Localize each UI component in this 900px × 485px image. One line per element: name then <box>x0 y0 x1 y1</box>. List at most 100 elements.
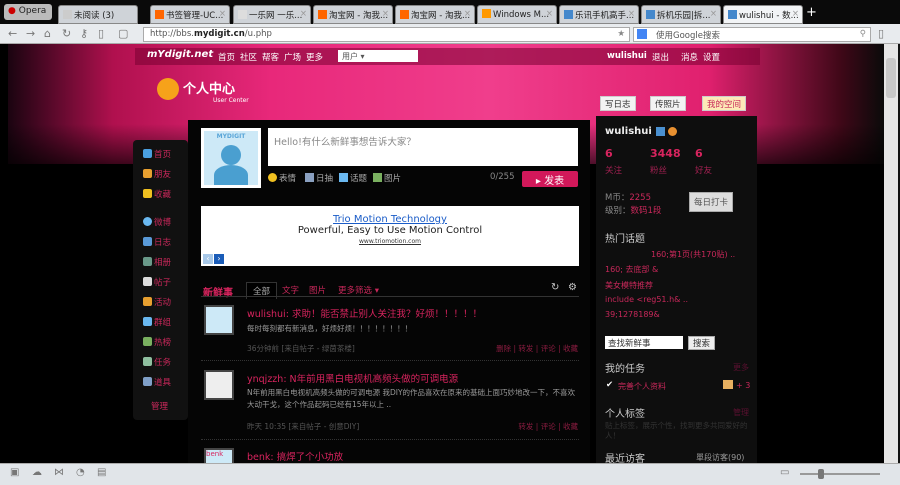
nav-link[interactable]: 广场 <box>284 51 301 63</box>
sidebar-item-posts[interactable]: 帖子 <box>143 276 171 288</box>
turbo-icon[interactable]: ◔ <box>76 467 85 478</box>
view-icon[interactable]: ▭ <box>780 467 789 478</box>
favorite-link[interactable]: 收藏 <box>563 344 578 353</box>
browser-tab[interactable]: Windows M... × <box>477 5 557 24</box>
avatar[interactable]: benk <box>204 448 234 463</box>
upload-photo-button[interactable]: 传照片 <box>650 96 686 111</box>
reload-icon[interactable]: ↻ <box>62 27 71 40</box>
next-arrow-icon[interactable]: › <box>214 254 224 264</box>
author-link[interactable]: benk <box>247 452 270 463</box>
feed-search-button[interactable]: 搜索 <box>688 336 716 350</box>
favorite-link[interactable]: 收藏 <box>563 422 578 431</box>
draw-button[interactable]: 日抽 <box>305 172 333 184</box>
site-logo[interactable]: mYdigit.net <box>147 49 213 60</box>
messages-link[interactable]: 消息 <box>681 51 698 63</box>
scrollbar-thumb[interactable] <box>886 58 896 98</box>
nav-link[interactable]: 帮客 <box>262 51 279 63</box>
topic-button[interactable]: 话题 <box>339 172 367 184</box>
browser-tab[interactable]: 一乐网 一乐... × <box>233 5 311 24</box>
ad-url[interactable]: www.triomotion.com <box>359 238 421 245</box>
forward-link[interactable]: 转发 <box>518 344 533 353</box>
emoji-button[interactable]: 表情 <box>268 172 296 184</box>
zoom-slider-handle[interactable] <box>818 469 824 479</box>
write-blog-button[interactable]: 写日志 <box>600 96 636 111</box>
avatar[interactable] <box>204 370 234 400</box>
nav-link[interactable]: 首页 <box>218 51 235 63</box>
forward-icon[interactable]: → <box>26 27 35 40</box>
author-link[interactable]: ynqjzzh <box>247 374 283 385</box>
magnifier-icon[interactable]: ⚲ <box>860 29 866 39</box>
feed-search-input[interactable]: 查找新鲜事 <box>605 336 683 349</box>
topic-link[interactable]: include <reg51.h& .. <box>605 295 688 304</box>
fans-count[interactable]: 3448 <box>650 147 681 160</box>
opera-menu-button[interactable]: ● Opera <box>4 4 52 20</box>
topic-link[interactable]: 美女模特推荐 <box>605 280 653 291</box>
search-input[interactable]: 使用Google搜索 ⚲ <box>633 27 871 42</box>
sidebar-item-friends[interactable]: 朋友 <box>143 168 171 180</box>
ad-banner[interactable]: Trio Motion Technology Powerful, Easy to… <box>201 206 579 266</box>
logout-link[interactable]: 退出 <box>652 51 669 63</box>
sidebar-item-blog[interactable]: 日志 <box>143 236 171 248</box>
sidebar-item-admin[interactable]: 管理 <box>151 400 168 412</box>
sidebar-item-groups[interactable]: 群组 <box>143 316 171 328</box>
panel-toggle-icon[interactable]: ▣ <box>10 467 19 478</box>
key-icon[interactable]: ⚷ <box>80 27 88 40</box>
avatar[interactable] <box>204 305 234 335</box>
share-icon[interactable]: ⋈ <box>54 467 64 478</box>
feed-item-title[interactable]: ynqjzzh: N年前用黑白电视机高频头做的可调电源 <box>247 371 458 385</box>
topic-link[interactable]: 39;1278189& <box>605 310 660 319</box>
sidebar-item-home[interactable]: 首页 <box>143 148 171 160</box>
panel-icon[interactable]: ▢ <box>118 27 128 40</box>
sidebar-item-rankings[interactable]: 热榜 <box>143 336 171 348</box>
forward-link[interactable]: 转发 <box>518 422 533 431</box>
settings-link[interactable]: 设置 <box>703 51 720 63</box>
ad-title-link[interactable]: Trio Motion Technology <box>333 214 447 225</box>
star-icon[interactable]: ★ <box>617 29 625 39</box>
delete-link[interactable]: 删除 <box>496 344 511 353</box>
visitors-count[interactable]: 單段访客(90) <box>696 452 744 463</box>
prev-arrow-icon[interactable]: ‹ <box>203 254 213 264</box>
sidebar-item-album[interactable]: 相册 <box>143 256 171 268</box>
cloud-icon[interactable]: ☁ <box>32 467 42 478</box>
trash-icon[interactable]: ▯ <box>98 27 104 40</box>
new-tab-button[interactable]: + <box>806 5 817 20</box>
address-input[interactable]: http://bbs.mydigit.cn/u.php ★ <box>143 27 630 42</box>
friends-count[interactable]: 6 <box>695 147 703 160</box>
nav-link[interactable]: 社区 <box>240 51 257 63</box>
browser-tab-active[interactable]: wulishui - 数... × <box>723 5 803 24</box>
nav-link[interactable]: 更多 <box>306 51 323 63</box>
browser-tab[interactable]: 拆机乐园|拆... × <box>641 5 721 24</box>
sidebar-item-items[interactable]: 道具 <box>143 376 171 388</box>
sidebar-item-weibo[interactable]: 微博 <box>143 216 171 228</box>
tasks-more-link[interactable]: 更多 <box>733 362 749 373</box>
home-icon[interactable]: ⌂ <box>44 27 51 40</box>
browser-tab[interactable]: 书签管理-UC... × <box>150 5 230 24</box>
checkin-button[interactable]: 每日打卡 <box>689 192 734 212</box>
unite-icon[interactable]: ▤ <box>97 467 106 478</box>
tags-manage-link[interactable]: 管理 <box>733 407 749 418</box>
browser-tab[interactable]: 淘宝网 - 淘我... × <box>395 5 475 24</box>
username-link[interactable]: wulishui <box>607 51 647 61</box>
browser-tab[interactable]: 乐讯手机高手... × <box>559 5 639 24</box>
search-type-select[interactable]: 用户 ▾ <box>338 50 418 62</box>
topic-link[interactable]: 160;第1页(共170贴) .. <box>651 249 735 260</box>
sidebar-item-tasks[interactable]: 任务 <box>143 356 171 368</box>
post-textarea[interactable]: Hello!有什么新鲜事想告诉大家？ <box>268 128 578 166</box>
my-space-button[interactable]: 我的空间 <box>702 96 747 111</box>
browser-tab[interactable]: 未阅读 (3) <box>58 5 138 24</box>
back-icon[interactable]: ← <box>8 27 17 40</box>
comment-link[interactable]: 评论 <box>541 422 556 431</box>
following-count[interactable]: 6 <box>605 147 613 160</box>
task-link[interactable]: 完善个人资料 <box>618 381 666 392</box>
profile-name[interactable]: wulishui <box>605 126 652 137</box>
avatar[interactable]: MYDIGIT <box>201 128 261 188</box>
picture-button[interactable]: 图片 <box>373 172 401 184</box>
gear-icon[interactable]: ⚙ <box>568 282 577 293</box>
topic-link[interactable]: 160; 去底部 & <box>605 264 658 275</box>
feed-item-title[interactable]: wulishui: 求助！能否禁止别人关注我？好烦！！！！！ <box>247 306 482 320</box>
feed-item-title[interactable]: benk: 搞焊了个小功放 <box>247 449 343 463</box>
sidebar-item-events[interactable]: 活动 <box>143 296 171 308</box>
publish-button[interactable]: ▸ 发表 <box>522 171 578 187</box>
author-link[interactable]: wulishui <box>247 309 286 320</box>
refresh-icon[interactable]: ↻ <box>551 282 559 293</box>
